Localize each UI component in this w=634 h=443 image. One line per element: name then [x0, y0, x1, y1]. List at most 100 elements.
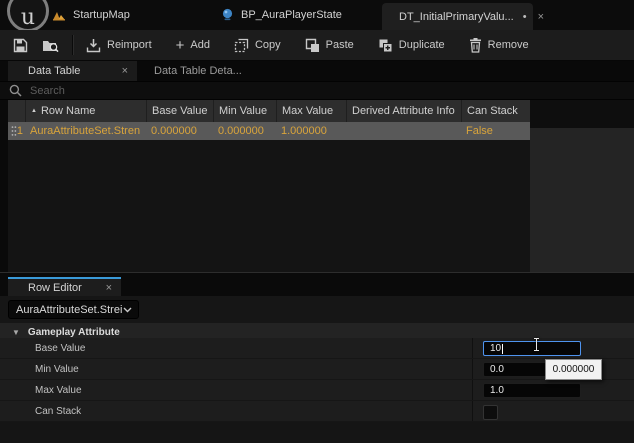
- remove-button[interactable]: Remove: [469, 37, 529, 53]
- column-derived-attribute-info[interactable]: Derived Attribute Info: [346, 100, 461, 122]
- tab-label: StartupMap: [73, 9, 130, 21]
- right-side-panel: [530, 128, 634, 272]
- cell-row-name: AuraAttributeSet.Stren: [30, 125, 141, 137]
- ibeam-cursor: [533, 338, 540, 351]
- tab-label: BP_AuraPlayerState: [241, 9, 342, 21]
- column-max-value[interactable]: Max Value: [276, 100, 346, 122]
- reimport-button[interactable]: Reimport: [86, 38, 152, 53]
- trash-icon: [469, 37, 481, 53]
- tab-data-table-details[interactable]: Data Table Deta...: [140, 61, 256, 81]
- close-icon[interactable]: ×: [122, 65, 128, 77]
- chevron-down-icon: [123, 307, 132, 312]
- input-value: 1.0: [490, 385, 504, 396]
- close-icon[interactable]: ×: [106, 282, 112, 294]
- duplicate-button[interactable]: Duplicate: [378, 38, 445, 53]
- tab-label: Data Table: [28, 65, 81, 77]
- tab-bp-auraplayerstate[interactable]: BP_AuraPlayerState: [221, 0, 342, 30]
- close-icon[interactable]: ×: [538, 11, 544, 23]
- column-row-name[interactable]: ▲ Row Name: [25, 100, 146, 122]
- cell-base-value: 0.000000: [151, 125, 197, 137]
- paste-icon: [305, 38, 319, 52]
- add-button[interactable]: + Add: [176, 38, 210, 53]
- section-label: Gameplay Attribute: [27, 326, 120, 338]
- tab-label: DT_InitialPrimaryValu...: [399, 10, 514, 23]
- tab-label: Data Table Deta...: [154, 65, 242, 77]
- duplicate-icon: [379, 39, 393, 52]
- save-button[interactable]: [13, 38, 28, 53]
- plus-icon: +: [175, 36, 185, 54]
- reimport-icon: [86, 38, 101, 52]
- column-label: Base Value: [152, 105, 208, 117]
- remove-label: Remove: [487, 39, 529, 51]
- search-icon: [9, 84, 22, 97]
- can-stack-checkbox[interactable]: [483, 405, 498, 420]
- sort-ascending-icon: ▲: [31, 108, 37, 114]
- cell-can-stack: False: [466, 125, 493, 137]
- unreal-logo-icon[interactable]: u: [7, 0, 49, 30]
- tab-data-table[interactable]: Data Table ×: [8, 61, 137, 81]
- duplicate-label: Duplicate: [398, 39, 445, 51]
- search-bar[interactable]: Search: [0, 81, 634, 100]
- row-selector-dropdown[interactable]: AuraAttributeSet.Strei: [8, 300, 139, 319]
- property-label: Max Value: [35, 384, 82, 396]
- column-can-stack[interactable]: Can Stack: [461, 100, 530, 122]
- paste-button[interactable]: Paste: [305, 38, 354, 53]
- folder-search-icon: [43, 40, 59, 52]
- max-value-input[interactable]: 1.0: [483, 383, 581, 398]
- column-label: Row Name: [40, 105, 96, 117]
- unreal-editor-window: u StartupMap BP_AuraPlayerState DT_Initi…: [0, 0, 634, 443]
- property-row-min-value: Min Value 0.0: [0, 359, 634, 380]
- save-icon: [13, 38, 28, 52]
- blueprint-icon: [222, 8, 233, 21]
- titlebar: u StartupMap BP_AuraPlayerState DT_Initi…: [0, 0, 634, 30]
- copy-label: Copy: [254, 39, 281, 51]
- table-empty-area: [8, 140, 530, 272]
- row-number: 1: [16, 125, 23, 137]
- base-value-input[interactable]: 10: [483, 341, 581, 356]
- column-label: Min Value: [219, 105, 268, 117]
- copy-button[interactable]: Copy: [234, 38, 281, 53]
- copy-icon: [234, 38, 249, 52]
- column-label: Derived Attribute Info: [352, 105, 455, 117]
- table-row[interactable]: 1 AuraAttributeSet.Stren 0.000000 0.0000…: [8, 122, 530, 140]
- cell-max-value: 1.000000: [281, 125, 327, 137]
- column-label: Max Value: [282, 105, 334, 117]
- add-label: Add: [190, 39, 210, 51]
- selected-row-name: AuraAttributeSet.Strei: [16, 303, 123, 316]
- column-base-value[interactable]: Base Value: [146, 100, 213, 122]
- cell-min-value: 0.000000: [218, 125, 264, 137]
- right-gap: [530, 100, 634, 128]
- tab-row-editor[interactable]: Row Editor ×: [8, 277, 121, 296]
- handle-column-header: [8, 100, 25, 122]
- tab-label: Row Editor: [28, 281, 82, 294]
- property-label: Can Stack: [35, 405, 82, 417]
- search-placeholder: Search: [30, 84, 65, 97]
- column-label: Can Stack: [467, 105, 518, 117]
- level-icon: [53, 12, 65, 21]
- row-editor-panel: Row Editor × AuraAttributeSet.Strei ▼ Ga…: [0, 272, 634, 443]
- expander-triangle-icon: ▼: [12, 327, 20, 337]
- row-editor-tab-bar: Row Editor ×: [0, 273, 634, 296]
- toolbar-separator: [72, 35, 74, 55]
- panel-tab-bar: Data Table × Data Table Deta...: [0, 61, 634, 81]
- row-handle[interactable]: 1: [8, 122, 25, 140]
- row-editor-empty-area: [0, 422, 634, 443]
- reimport-label: Reimport: [107, 39, 152, 51]
- tab-startupmap[interactable]: StartupMap: [52, 0, 130, 30]
- table-header: ▲ Row Name Base Value Min Value Max Valu…: [8, 100, 530, 122]
- property-label: Base Value: [35, 342, 86, 354]
- browse-to-asset-button[interactable]: [42, 38, 59, 53]
- input-value: 0.0: [490, 364, 504, 375]
- tab-dt-initialprimaryvalues-active[interactable]: DT_InitialPrimaryValu... • ×: [382, 3, 544, 30]
- value-tooltip: 0.000000: [545, 359, 602, 380]
- toolbar: Reimport + Add Copy Paste Duplicate Remo…: [0, 30, 634, 61]
- property-row-can-stack: Can Stack: [0, 401, 634, 422]
- paste-label: Paste: [325, 39, 354, 51]
- unsaved-indicator: •: [522, 10, 527, 23]
- cell-derived-attribute-info: [346, 122, 461, 140]
- column-min-value[interactable]: Min Value: [213, 100, 276, 122]
- property-row-max-value: Max Value 1.0: [0, 380, 634, 401]
- text-caret: [502, 343, 504, 354]
- input-value: 10: [490, 343, 502, 354]
- property-label: Min Value: [35, 363, 79, 375]
